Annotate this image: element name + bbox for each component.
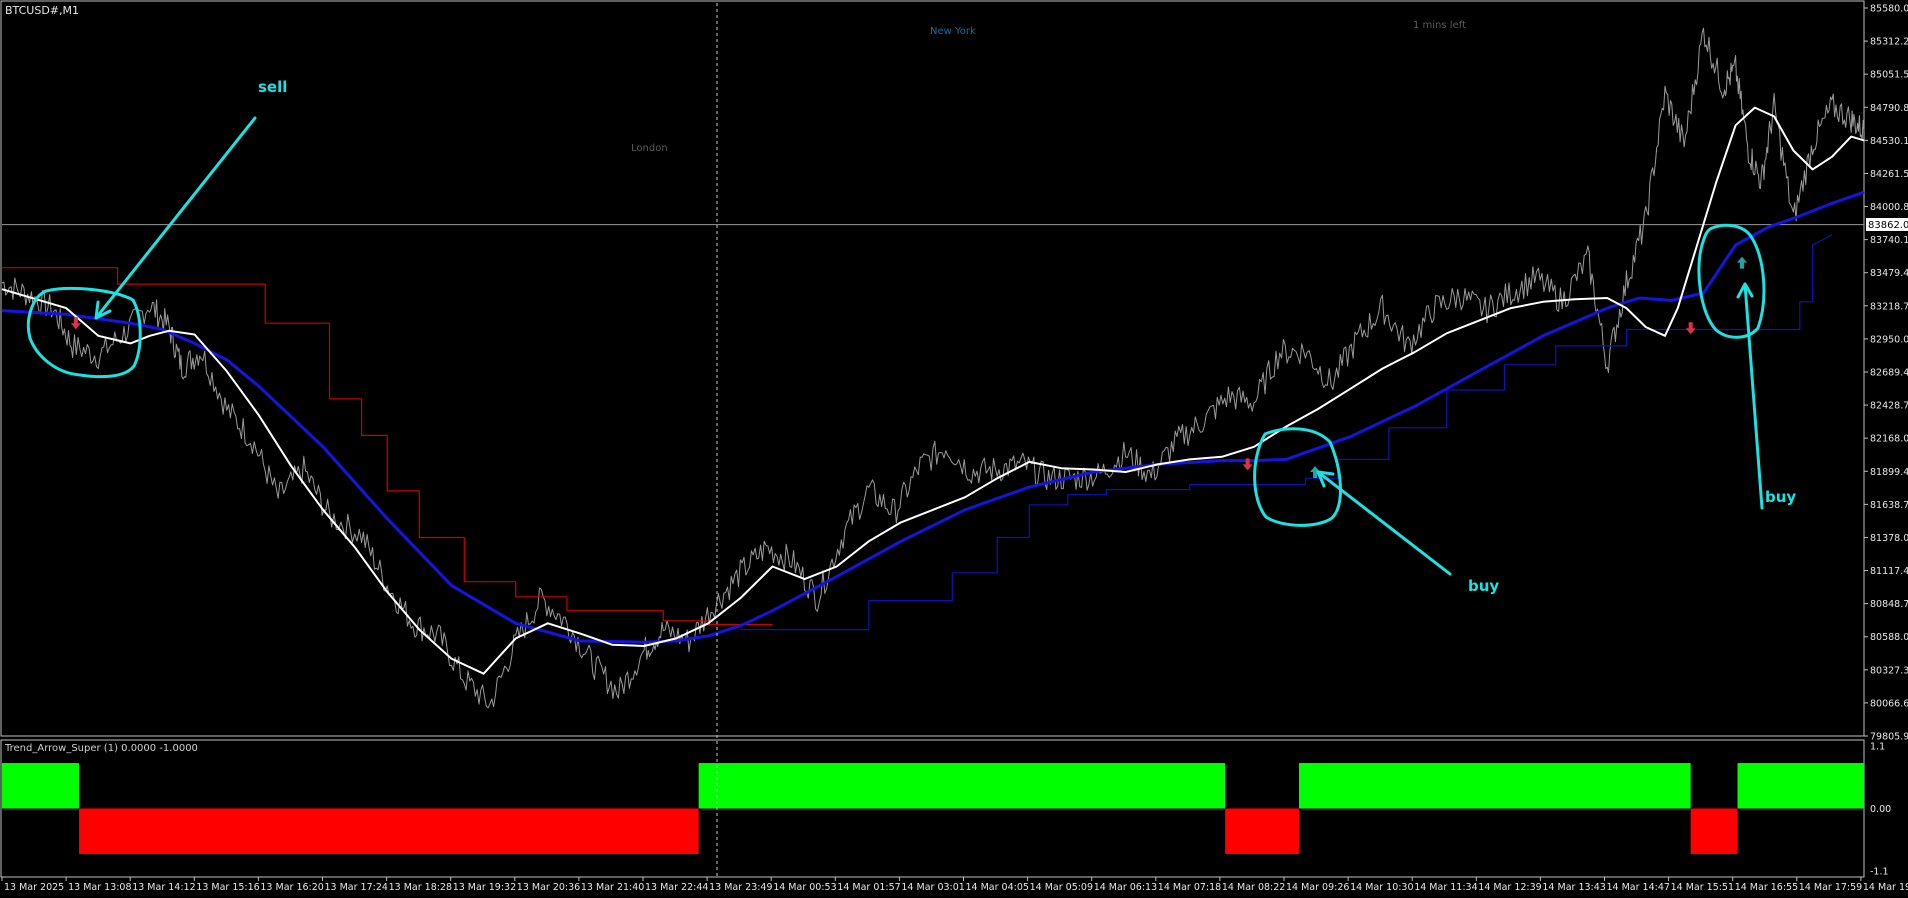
x-tick-label: 14 Mar 15:51 — [1671, 882, 1734, 893]
x-tick-label: 14 Mar 00:53 — [773, 882, 836, 893]
y-tick-label: 81378.00 — [1870, 533, 1908, 544]
x-tick-label: 14 Mar 11:34 — [1414, 882, 1477, 893]
y-tick-label: 80588.00 — [1870, 632, 1908, 643]
x-tick-label: 14 Mar 04:05 — [966, 882, 1029, 893]
histogram-bar-4 — [1225, 808, 1299, 854]
x-tick-label: 13 Mar 21:40 — [581, 882, 644, 893]
x-tick-label: 13 Mar 16:20 — [260, 882, 323, 893]
chart-background — [0, 0, 1908, 894]
annotation-buy-label-1: buy — [1468, 577, 1499, 595]
y-tick-label: 82168.00 — [1870, 434, 1908, 445]
x-tick-label: 13 Mar 18:28 — [389, 882, 452, 893]
y-tick-label: 83218.70 — [1870, 301, 1908, 312]
annotation-sell-label: sell — [258, 78, 287, 96]
current-price-value: 83862.09 — [1868, 220, 1908, 231]
histogram-bar-1 — [2, 763, 80, 809]
annotation-buy-label-2: buy — [1765, 488, 1796, 506]
y-tick-label: 85312.20 — [1870, 37, 1908, 48]
session-label-london: London — [631, 143, 668, 154]
x-tick-label: 13 Mar 22:44 — [645, 882, 708, 893]
y-tick-label: 84261.50 — [1870, 169, 1908, 180]
y-tick-label: 80327.30 — [1870, 665, 1908, 676]
x-tick-label: 14 Mar 10:30 — [1350, 882, 1413, 893]
x-tick-label: 13 Mar 23:49 — [709, 882, 772, 893]
y-tick-label: 85051.50 — [1870, 70, 1908, 81]
x-tick-label: 13 Mar 13:08 — [68, 882, 131, 893]
y-tick-label: 81899.40 — [1870, 467, 1908, 478]
chart-canvas[interactable]: 85580.00 85312.20 85051.50 84790.80 84530.10… — [0, 0, 1908, 894]
y-tick-label: 85580.00 — [1870, 4, 1908, 15]
y-tick-label: 81117.40 — [1870, 566, 1908, 577]
histogram-bar-7 — [1737, 763, 1864, 809]
y-tick-label: 81638.70 — [1870, 500, 1908, 511]
symbol-label: BTCUSD#,M1 — [5, 4, 79, 17]
indicator-y-tick-label: -1.1 — [1870, 867, 1889, 878]
x-tick-label: 14 Mar 16:55 — [1735, 882, 1798, 893]
y-tick-label: 82689.40 — [1870, 368, 1908, 379]
x-tick-label: 14 Mar 17:59 — [1799, 882, 1862, 893]
histogram-bar-6 — [1690, 808, 1738, 854]
x-tick-label: 14 Mar 13:43 — [1542, 882, 1605, 893]
x-tick-label: 13 Mar 19:32 — [453, 882, 516, 893]
y-tick-label: 80066.60 — [1870, 698, 1908, 709]
x-tick-label: 13 Mar 20:36 — [517, 882, 580, 893]
x-tick-label: 13 Mar 2025 — [4, 882, 64, 893]
x-tick-label: 14 Mar 07:18 — [1158, 882, 1221, 893]
y-tick-label: 82428.70 — [1870, 401, 1908, 412]
histogram-bar-2 — [79, 808, 699, 854]
indicator-y-tick-label: 0.00 — [1870, 804, 1891, 815]
indicator-y-tick-label: 1.1 — [1870, 742, 1885, 753]
x-tick-label: 14 Mar 05:09 — [1030, 882, 1093, 893]
x-tick-label: 14 Mar 09:26 — [1286, 882, 1349, 893]
trading-chart[interactable]: 85580.00 85312.20 85051.50 84790.80 84530.10… — [0, 0, 1908, 894]
y-tick-label: 83740.10 — [1870, 235, 1908, 246]
x-tick-label: 14 Mar 06:13 — [1094, 882, 1157, 893]
x-tick-label: 14 Mar 12:39 — [1478, 882, 1541, 893]
y-tick-label: 83479.40 — [1870, 268, 1908, 279]
candle-timer-label: 1 mins left — [1413, 20, 1466, 31]
y-tick-label: 84790.80 — [1870, 103, 1908, 114]
current-price-tag: 83862.09 — [1866, 218, 1908, 231]
y-tick-label: 82950.00 — [1870, 334, 1908, 345]
x-tick-label: 13 Mar 14:12 — [132, 882, 195, 893]
x-tick-label: 14 Mar 01:57 — [837, 882, 900, 893]
y-tick-label: 80848.70 — [1870, 599, 1908, 610]
x-tick-label: 14 Mar 19:0 — [1863, 882, 1908, 893]
x-tick-label: 14 Mar 14:47 — [1607, 882, 1670, 893]
histogram-bar-5 — [1298, 763, 1691, 809]
histogram-bar-3 — [698, 763, 1226, 809]
y-tick-label: 84000.80 — [1870, 202, 1908, 213]
x-tick-label: 13 Mar 17:24 — [325, 882, 388, 893]
x-tick-label: 13 Mar 15:16 — [196, 882, 259, 893]
y-tick-label: 84530.10 — [1870, 136, 1908, 147]
x-tick-label: 14 Mar 03:01 — [901, 882, 964, 893]
indicator-label: Trend_Arrow_Super (1) 0.0000 -1.0000 — [4, 743, 198, 754]
session-label-new-york: New York — [930, 26, 976, 37]
x-tick-label: 14 Mar 08:22 — [1222, 882, 1285, 893]
